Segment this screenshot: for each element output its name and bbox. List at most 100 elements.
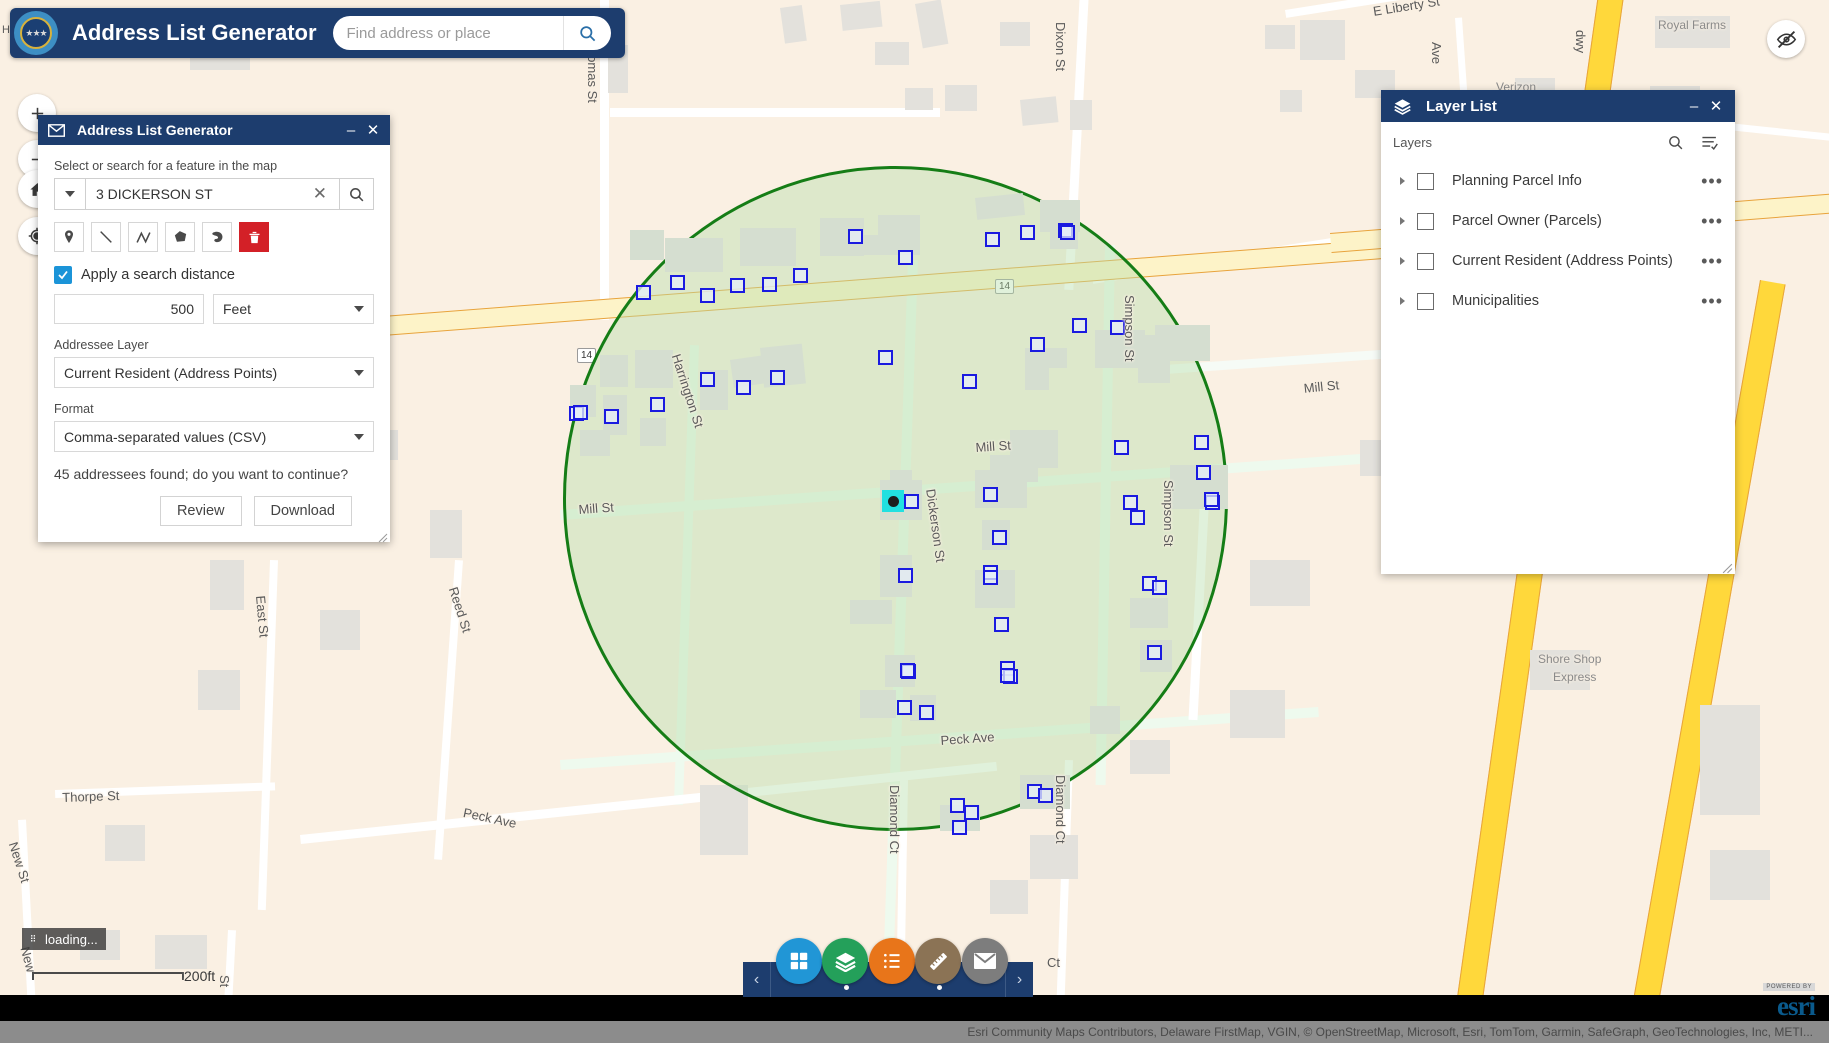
layer-row[interactable]: Planning Parcel Info ••• bbox=[1381, 161, 1735, 201]
search-input[interactable] bbox=[332, 16, 563, 50]
address-point[interactable] bbox=[898, 568, 913, 583]
address-point[interactable] bbox=[1110, 320, 1125, 335]
building bbox=[700, 785, 748, 855]
freehand-polygon-tool-button[interactable] bbox=[202, 222, 232, 252]
address-point[interactable] bbox=[770, 370, 785, 385]
address-point[interactable] bbox=[983, 487, 998, 502]
line-tool-button[interactable] bbox=[91, 222, 121, 252]
layer-visibility-checkbox[interactable] bbox=[1417, 292, 1434, 310]
address-point[interactable] bbox=[700, 288, 715, 303]
address-point[interactable] bbox=[878, 350, 893, 365]
layer-row[interactable]: Municipalities ••• bbox=[1381, 281, 1735, 321]
layer-menu-button[interactable]: ••• bbox=[1701, 172, 1723, 190]
address-point[interactable] bbox=[670, 275, 685, 290]
alg-close-button[interactable]: ✕ bbox=[362, 119, 384, 141]
visibility-toggle-button[interactable] bbox=[1767, 20, 1805, 58]
layer-search-button[interactable] bbox=[1667, 134, 1684, 151]
clear-feature-button[interactable]: ✕ bbox=[307, 184, 333, 204]
feature-search-button[interactable] bbox=[340, 178, 374, 210]
address-point[interactable] bbox=[1123, 495, 1138, 510]
feature-input[interactable]: 3 DICKERSON ST ✕ bbox=[86, 178, 340, 210]
expand-arrow-icon[interactable] bbox=[1395, 297, 1409, 305]
address-point[interactable] bbox=[636, 285, 651, 300]
address-point[interactable] bbox=[992, 530, 1007, 545]
format-select[interactable]: Comma-separated values (CSV) bbox=[54, 421, 374, 452]
point-tool-button[interactable] bbox=[54, 222, 84, 252]
expand-arrow-icon[interactable] bbox=[1395, 257, 1409, 265]
address-point[interactable] bbox=[904, 494, 919, 509]
address-point[interactable] bbox=[994, 617, 1009, 632]
address-point[interactable] bbox=[1196, 465, 1211, 480]
address-point[interactable] bbox=[962, 374, 977, 389]
global-search[interactable] bbox=[332, 16, 611, 50]
apply-distance-checkbox[interactable] bbox=[54, 266, 72, 284]
address-point[interactable] bbox=[1020, 225, 1035, 240]
address-point[interactable] bbox=[1000, 668, 1015, 683]
layer-list-resize-handle[interactable] bbox=[1722, 561, 1733, 574]
address-point[interactable] bbox=[1194, 435, 1209, 450]
layer-menu-button[interactable]: ••• bbox=[1701, 212, 1723, 230]
address-point[interactable] bbox=[604, 409, 619, 424]
layer-list-close-button[interactable]: ✕ bbox=[1705, 95, 1727, 117]
polygon-tool-button[interactable] bbox=[165, 222, 195, 252]
address-point[interactable] bbox=[952, 820, 967, 835]
layer-visibility-checkbox[interactable] bbox=[1417, 252, 1434, 270]
scale-bar: 200ft bbox=[32, 968, 215, 984]
selected-feature-point[interactable] bbox=[882, 490, 904, 512]
distance-input[interactable]: 500 bbox=[54, 294, 204, 324]
download-button[interactable]: Download bbox=[253, 496, 352, 526]
address-point[interactable] bbox=[919, 705, 934, 720]
address-point[interactable] bbox=[736, 380, 751, 395]
clear-graphics-button[interactable] bbox=[239, 222, 269, 252]
layer-list-toolbar: Layers bbox=[1381, 122, 1735, 159]
address-point[interactable] bbox=[1038, 788, 1053, 803]
address-point[interactable] bbox=[898, 250, 913, 265]
address-point[interactable] bbox=[1030, 337, 1045, 352]
search-button[interactable] bbox=[562, 16, 611, 50]
alg-minimize-button[interactable]: – bbox=[340, 119, 362, 141]
review-button[interactable]: Review bbox=[159, 496, 242, 526]
distance-unit-select[interactable]: Feet bbox=[213, 294, 374, 324]
widget-basemap-gallery-button[interactable] bbox=[776, 938, 822, 984]
widget-address-list-generator-button[interactable] bbox=[962, 938, 1008, 984]
layer-menu-button[interactable]: ••• bbox=[1701, 292, 1723, 310]
layer-list-minimize-button[interactable]: – bbox=[1683, 95, 1705, 117]
address-point[interactable] bbox=[650, 397, 665, 412]
address-point[interactable] bbox=[1114, 440, 1129, 455]
addressee-layer-select[interactable]: Current Resident (Address Points) bbox=[54, 357, 374, 388]
address-point[interactable] bbox=[1152, 580, 1167, 595]
widget-measurement-button[interactable] bbox=[915, 938, 961, 984]
layer-options-button[interactable] bbox=[1700, 134, 1719, 151]
address-point[interactable] bbox=[700, 372, 715, 387]
expand-arrow-icon[interactable] bbox=[1395, 177, 1409, 185]
widget-layer-list-button[interactable] bbox=[822, 938, 868, 984]
widget-legend-button[interactable] bbox=[869, 938, 915, 984]
address-point[interactable] bbox=[897, 700, 912, 715]
address-point[interactable] bbox=[983, 570, 998, 585]
address-point[interactable] bbox=[762, 277, 777, 292]
address-point[interactable] bbox=[1072, 318, 1087, 333]
layer-row[interactable]: Parcel Owner (Parcels) ••• bbox=[1381, 201, 1735, 241]
address-point[interactable] bbox=[964, 805, 979, 820]
address-point[interactable] bbox=[1130, 510, 1145, 525]
layer-row[interactable]: Current Resident (Address Points) ••• bbox=[1381, 241, 1735, 281]
layer-visibility-checkbox[interactable] bbox=[1417, 172, 1434, 190]
address-point[interactable] bbox=[900, 663, 915, 678]
address-point[interactable] bbox=[985, 232, 1000, 247]
alg-resize-handle[interactable] bbox=[378, 530, 388, 543]
address-point[interactable] bbox=[730, 278, 745, 293]
widget-bar-prev-button[interactable]: ‹ bbox=[743, 962, 771, 997]
layer-menu-button[interactable]: ••• bbox=[1701, 252, 1723, 270]
address-point[interactable] bbox=[950, 798, 965, 813]
polyline-tool-button[interactable] bbox=[128, 222, 158, 252]
layer-visibility-checkbox[interactable] bbox=[1417, 212, 1434, 230]
address-point[interactable] bbox=[1060, 225, 1075, 240]
address-point[interactable] bbox=[1204, 492, 1219, 507]
address-point[interactable] bbox=[573, 405, 588, 420]
expand-arrow-icon[interactable] bbox=[1395, 217, 1409, 225]
widget-bar-next-button[interactable]: › bbox=[1005, 962, 1033, 997]
address-point[interactable] bbox=[1147, 645, 1162, 660]
feature-dropdown-button[interactable] bbox=[54, 178, 86, 210]
address-point[interactable] bbox=[793, 268, 808, 283]
address-point[interactable] bbox=[848, 229, 863, 244]
